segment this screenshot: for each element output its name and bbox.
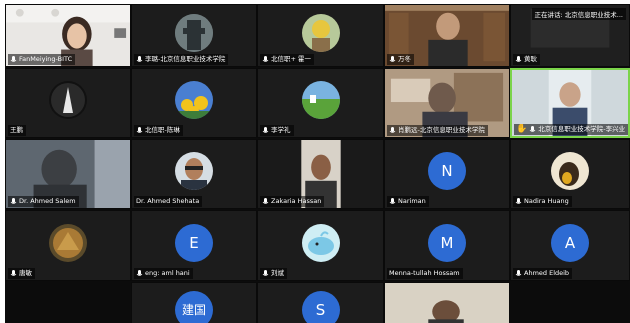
participant-name: 北信职+ 霍一 — [260, 54, 315, 65]
profile-avatar — [49, 81, 87, 120]
initial-avatar: S — [301, 290, 340, 323]
participant-tile[interactable]: 李学礼 — [257, 68, 384, 138]
initial-avatar: A — [551, 223, 589, 262]
participant-tile[interactable]: A Ahmed Eldeib — [510, 210, 630, 281]
participant-name: 万冬 — [387, 54, 414, 65]
microphone-icon — [136, 55, 143, 64]
participant-tile[interactable]: N Nariman — [384, 139, 510, 209]
participant-tile[interactable]: Dr. Ahmed Shehata — [131, 139, 257, 209]
microphone-icon — [262, 126, 269, 135]
microphone-icon — [262, 269, 269, 278]
participant-name: Ahmed Eldeib — [513, 268, 573, 279]
microphone-icon — [515, 55, 522, 64]
participant-tile[interactable]: Dr. Ahmed Salem — [5, 139, 131, 209]
participant-video — [385, 283, 509, 323]
participant-tile[interactable] — [384, 282, 510, 323]
profile-avatar — [551, 152, 589, 191]
participant-tile[interactable]: 肖鹏远-北京信息职业技术学院 — [384, 68, 510, 138]
participant-tile[interactable]: 王鹏 — [5, 68, 131, 138]
participant-tile[interactable]: 正在讲话: 北京信息职业技术... 黄耿 — [510, 4, 630, 67]
participant-tile[interactable]: 李璐-北京信息职业技术学院 — [131, 4, 257, 67]
participant-tile[interactable]: 北信职+ 霍一 — [257, 4, 384, 67]
participant-tile[interactable]: FanMeiying-BITC — [5, 4, 131, 67]
participant-name: ✋ 北京信息职业技术学院-李兴业 — [514, 124, 628, 135]
participant-grid: FanMeiying-BITC 李璐-北京信息职业技术学院 北信职+ 霍一 万冬 — [5, 4, 630, 323]
participant-name: Dr. Ahmed Salem — [8, 196, 79, 207]
raise-hand-icon: ✋ — [516, 124, 528, 134]
participant-name: Nariman — [387, 196, 429, 207]
participant-tile[interactable]: S — [257, 282, 384, 323]
speaking-indicator: 正在讲话: 北京信息职业技术... — [531, 8, 626, 20]
participant-name: FanMeiying-BITC — [8, 54, 76, 65]
profile-avatar — [301, 14, 340, 53]
participant-tile[interactable]: M Menna-tullah Hossam — [384, 210, 510, 281]
participant-name: eng: aml hani — [134, 268, 193, 279]
profile-avatar — [175, 14, 213, 53]
microphone-icon — [262, 197, 269, 206]
initial-avatar: E — [175, 223, 213, 262]
microphone-icon — [10, 269, 17, 278]
microphone-icon — [10, 55, 17, 64]
participant-name: 李学礼 — [260, 125, 294, 136]
microphone-icon — [136, 269, 143, 278]
participant-tile[interactable]: 万冬 — [384, 4, 510, 67]
empty-tile — [5, 282, 131, 323]
participant-name: 刘斌 — [260, 268, 287, 279]
microphone-icon — [10, 197, 17, 206]
microphone-icon — [262, 55, 269, 64]
microphone-icon — [389, 55, 396, 64]
profile-avatar — [301, 81, 340, 120]
participant-tile[interactable]: E eng: aml hani — [131, 210, 257, 281]
participant-name: Dr. Ahmed Shehata — [134, 196, 203, 207]
microphone-icon — [515, 269, 522, 278]
profile-avatar — [175, 81, 213, 120]
initial-avatar: 建国 — [175, 290, 213, 323]
participant-name: 肖鹏远-北京信息职业技术学院 — [387, 125, 488, 136]
participant-name: Zakaria Hassan — [260, 196, 325, 207]
participant-tile[interactable]: 唐敏 ☰ — [5, 210, 131, 281]
participant-name: 黄耿 — [513, 54, 540, 65]
participant-tile-active-speaker[interactable]: ✋ 北京信息职业技术学院-李兴业 — [510, 68, 630, 138]
participant-tile[interactable]: 刘斌 — [257, 210, 384, 281]
empty-tile — [510, 282, 630, 323]
participant-name: 北信职-陈琳 — [134, 125, 183, 136]
microphone-icon — [389, 197, 396, 206]
profile-avatar — [175, 152, 213, 191]
participant-name: 唐敏 — [8, 268, 35, 279]
participant-name: 王鹏 — [8, 125, 26, 136]
participant-name: 李璐-北京信息职业技术学院 — [134, 54, 229, 65]
participant-tile[interactable]: 北信职-陈琳 — [131, 68, 257, 138]
video-gallery: FanMeiying-BITC 李璐-北京信息职业技术学院 北信职+ 霍一 万冬 — [5, 4, 630, 323]
microphone-icon — [515, 197, 522, 206]
participant-tile[interactable]: Zakaria Hassan — [257, 139, 384, 209]
initial-avatar: M — [428, 223, 466, 262]
initial-avatar: N — [428, 152, 466, 191]
profile-avatar — [49, 223, 87, 262]
microphone-icon — [136, 126, 143, 135]
microphone-icon — [389, 126, 396, 135]
participant-name: Menna-tullah Hossam — [387, 268, 463, 279]
participant-name: Nadira Huang — [513, 196, 572, 207]
profile-avatar — [301, 223, 340, 262]
participant-tile[interactable]: Nadira Huang — [510, 139, 630, 209]
participant-tile[interactable]: 建国 — [131, 282, 257, 323]
microphone-icon — [529, 125, 536, 134]
